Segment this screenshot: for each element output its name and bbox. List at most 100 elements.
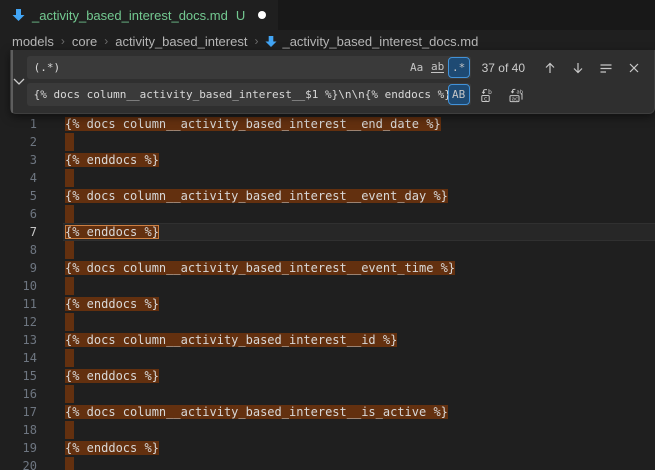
find-match: {% enddocs %} <box>65 153 159 167</box>
code-line[interactable]: 19{% enddocs %} <box>0 439 655 457</box>
find-replace-widget: (.*) Aa ab .* 37 of 40 <box>10 50 655 114</box>
line-content: {% docs column__activity_based_interest_… <box>63 115 655 133</box>
find-match <box>65 457 74 470</box>
svg-text:ac: ac <box>512 96 519 102</box>
whole-word-toggle[interactable]: ab <box>428 58 448 77</box>
line-number: 6 <box>0 205 37 223</box>
code-line[interactable]: 20 <box>0 457 655 470</box>
match-case-toggle[interactable]: Aa <box>407 58 427 77</box>
find-match <box>65 169 74 187</box>
line-number: 10 <box>0 277 37 295</box>
breadcrumb: models › core › activity_based_interest … <box>0 30 655 52</box>
find-match: {% docs column__activity_based_interest_… <box>65 333 397 347</box>
line-number: 8 <box>0 241 37 259</box>
code-line[interactable]: 16 <box>0 385 655 403</box>
code-line[interactable]: 12 <box>0 313 655 331</box>
find-match <box>65 277 74 295</box>
close-find-button[interactable] <box>623 57 644 78</box>
code-line[interactable]: 7{% enddocs %} <box>0 223 655 241</box>
line-content <box>63 133 655 151</box>
code-line[interactable]: 8 <box>0 241 655 259</box>
line-content: {% enddocs %} <box>63 295 655 313</box>
breadcrumb-models[interactable]: models <box>12 34 54 49</box>
line-number: 14 <box>0 349 37 367</box>
code-line[interactable]: 2 <box>0 133 655 151</box>
line-content: {% docs column__activity_based_interest_… <box>63 187 655 205</box>
tab-bar: _activity_based_interest_docs.md U <box>0 0 655 30</box>
line-content <box>63 421 655 439</box>
line-number: 15 <box>0 367 37 385</box>
replace-icon: b c <box>480 87 496 103</box>
find-match: {% docs column__activity_based_interest_… <box>65 189 448 203</box>
find-input[interactable]: (.*) Aa ab .* <box>27 56 471 79</box>
line-content <box>63 385 655 403</box>
code-line[interactable]: 3 {% enddocs %} <box>0 151 655 169</box>
code-line[interactable]: 6 <box>0 205 655 223</box>
git-status-badge: U <box>236 8 245 23</box>
editor-pane[interactable]: (.*) Aa ab .* 37 of 40 <box>0 52 655 470</box>
preserve-case-toggle[interactable]: AB <box>449 85 469 104</box>
line-content: {% docs column__activity_based_interest_… <box>63 259 655 277</box>
line-number: 9 <box>0 259 37 277</box>
svg-text:b: b <box>488 87 492 95</box>
code-line[interactable]: 13 {% docs column__activity_based_interes… <box>0 331 655 349</box>
next-match-button[interactable] <box>567 57 588 78</box>
code-line[interactable]: 15 {% enddocs %} <box>0 367 655 385</box>
line-content <box>63 169 655 187</box>
breadcrumb-core[interactable]: core <box>72 34 97 49</box>
code-line[interactable]: 9 {% docs column__activity_based_interest… <box>0 259 655 277</box>
replace-all-icon: ab ac <box>508 87 524 103</box>
find-query: (.*) <box>34 61 406 74</box>
find-in-selection-button[interactable] <box>595 57 616 78</box>
line-content <box>63 241 655 259</box>
line-content: {% docs column__activity_based_interest_… <box>63 403 655 421</box>
breadcrumb-separator: › <box>254 34 258 48</box>
code-line[interactable]: 5{% docs column__activity_based_interest… <box>0 187 655 205</box>
line-number: 4 <box>0 169 37 187</box>
code-line[interactable]: 11{% enddocs %} <box>0 295 655 313</box>
line-content <box>63 349 655 367</box>
breadcrumb-separator: › <box>104 34 108 48</box>
line-number: 1 <box>0 115 37 133</box>
markdown-file-icon <box>265 35 277 48</box>
line-content: {% enddocs %} <box>63 367 655 385</box>
code-line[interactable]: 4 <box>0 169 655 187</box>
find-match: {% enddocs %} <box>65 441 159 455</box>
find-widget-resize-sash[interactable] <box>11 50 13 113</box>
code-line[interactable]: 10 <box>0 277 655 295</box>
markdown-file-icon <box>12 8 25 22</box>
line-number: 18 <box>0 421 37 439</box>
code-line[interactable]: 18 <box>0 421 655 439</box>
line-number: 20 <box>0 457 37 470</box>
line-content: {% docs column__activity_based_interest_… <box>63 331 655 349</box>
toggle-replace-button[interactable] <box>11 50 27 113</box>
replace-input[interactable]: {% docs column__activity_based_interest_… <box>27 83 471 106</box>
code-line[interactable]: 17{% docs column__activity_based_interes… <box>0 403 655 421</box>
code-line[interactable]: 14 <box>0 349 655 367</box>
replace-value: {% docs column__activity_based_interest_… <box>34 88 448 101</box>
find-match <box>65 385 74 403</box>
find-match <box>65 133 74 151</box>
line-number: 2 <box>0 133 37 151</box>
unsaved-dot-icon[interactable] <box>258 11 266 19</box>
replace-button[interactable]: b c <box>478 84 499 105</box>
svg-text:c: c <box>484 95 488 102</box>
find-match <box>65 349 74 367</box>
find-match <box>65 205 74 223</box>
breadcrumb-file[interactable]: _activity_based_interest_docs.md <box>265 34 478 49</box>
replace-all-button[interactable]: ab ac <box>506 84 527 105</box>
line-content <box>63 277 655 295</box>
previous-match-button[interactable] <box>539 57 560 78</box>
code-line[interactable]: 1 {% docs column__activity_based_interest… <box>0 115 655 133</box>
find-match: {% docs column__activity_based_interest_… <box>65 117 441 131</box>
line-number: 3 <box>0 151 37 169</box>
regex-toggle[interactable]: .* <box>449 58 469 77</box>
find-match: {% enddocs %} <box>65 297 159 311</box>
line-number: 16 <box>0 385 37 403</box>
line-content: {% enddocs %} <box>63 439 655 457</box>
breadcrumb-activity-based-interest[interactable]: activity_based_interest <box>115 34 247 49</box>
find-match <box>65 241 74 259</box>
line-number: 13 <box>0 331 37 349</box>
vscode-window: _activity_based_interest_docs.md U model… <box>0 0 655 470</box>
tab-activity-docs[interactable]: _activity_based_interest_docs.md U <box>0 0 278 30</box>
